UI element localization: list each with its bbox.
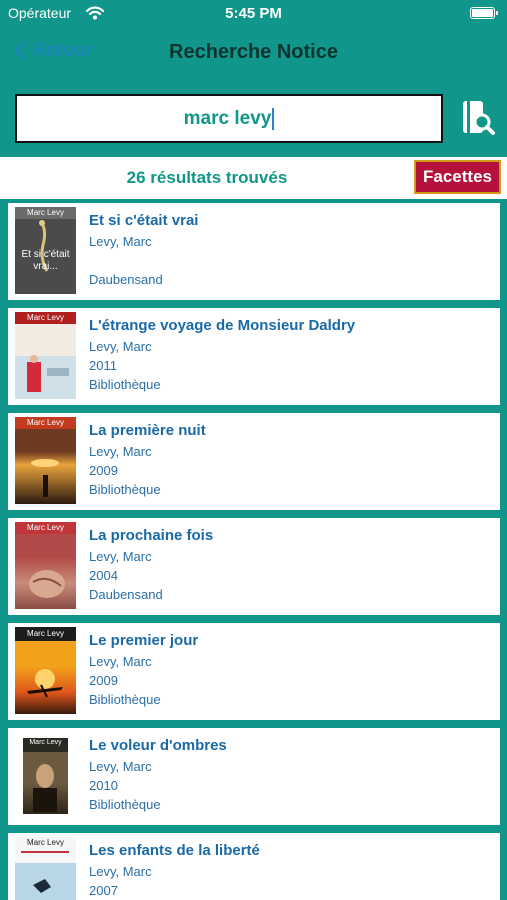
facets-button[interactable]: Facettes — [414, 160, 501, 194]
list-item[interactable]: Marc Levy Les enfants de la liberté Levy… — [8, 833, 500, 900]
status-bar: Opérateur 5:45 PM — [0, 0, 507, 28]
book-year: 2011 — [89, 358, 117, 373]
book-cover: Marc Levy Et si c'était vrai... — [15, 207, 76, 294]
book-title: Le premier jour — [89, 632, 199, 649]
list-item[interactable]: Marc Levy Le premier jour Levy, Marc 200… — [8, 623, 500, 720]
clock: 5:45 PM — [225, 5, 282, 22]
book-author: Levy, Marc — [89, 654, 152, 669]
book-author: Levy, Marc — [89, 234, 152, 249]
cover-illustration — [33, 764, 57, 812]
text-cursor — [272, 107, 275, 130]
results-count: 26 résultats trouvés — [126, 168, 288, 187]
book-author: Levy, Marc — [89, 444, 152, 459]
book-author: Levy, Marc — [89, 339, 152, 354]
results-list: Marc Levy Et si c'était vrai... Et si c'… — [8, 203, 500, 900]
book-author: Levy, Marc — [89, 864, 152, 879]
cover-illustration — [27, 669, 63, 698]
search-input[interactable]: marc levy — [15, 94, 443, 143]
book-cover: Marc Levy — [15, 732, 76, 819]
book-location: Daubensand — [89, 587, 163, 602]
book-author: Levy, Marc — [89, 549, 152, 564]
book-year: 2009 — [89, 673, 118, 688]
book-title: Le voleur d'ombres — [89, 737, 227, 754]
navigation-bar: Retour Recherche Notice — [0, 28, 507, 78]
list-item[interactable]: Marc Levy L'étrange voyage de Monsieur D… — [8, 308, 500, 405]
book-location: Bibliothèque — [89, 377, 161, 392]
book-year: 2007 — [89, 883, 118, 898]
book-title: La prochaine fois — [89, 527, 214, 544]
book-year: 2010 — [89, 778, 118, 793]
book-location: Daubensand — [89, 272, 163, 287]
book-location: Bibliothèque — [89, 692, 161, 707]
book-title: Et si c'était vrai — [89, 212, 199, 229]
cover-title: Et si c'était vrai... — [21, 249, 70, 272]
book-cover: Marc Levy — [15, 837, 76, 900]
book-cover: Marc Levy — [15, 522, 76, 609]
book-cover: Marc Levy — [15, 312, 76, 399]
book-search-icon[interactable] — [460, 98, 496, 138]
cover-illustration — [21, 851, 69, 893]
book-location: Bibliothèque — [89, 797, 161, 812]
cover-illustration — [31, 459, 59, 497]
list-item[interactable]: Marc Levy La prochaine fois Levy, Marc 2… — [8, 518, 500, 615]
page-title: Recherche Notice — [169, 41, 338, 63]
cover-illustration — [29, 570, 65, 598]
book-cover: Marc Levy — [15, 627, 76, 714]
search-query: marc levy — [183, 107, 272, 129]
results-bar: 26 résultats trouvés Facettes — [0, 157, 507, 199]
book-title: La première nuit — [89, 422, 206, 439]
list-item[interactable]: Marc Levy Et si c'était vrai... Et si c'… — [8, 203, 500, 300]
cover-illustration — [27, 355, 69, 392]
book-cover: Marc Levy — [15, 417, 76, 504]
battery-icon — [470, 7, 498, 19]
book-location: Bibliothèque — [89, 482, 161, 497]
book-year: 2009 — [89, 463, 118, 478]
book-title: Les enfants de la liberté — [89, 842, 260, 859]
list-item[interactable]: Marc Levy Le voleur d'ombres Levy, Marc … — [8, 728, 500, 825]
book-author: Levy, Marc — [89, 759, 152, 774]
book-year: 2004 — [89, 568, 118, 583]
book-title: L'étrange voyage de Monsieur Daldry — [89, 317, 356, 334]
list-item[interactable]: Marc Levy La première nuit Levy, Marc 20… — [8, 413, 500, 510]
